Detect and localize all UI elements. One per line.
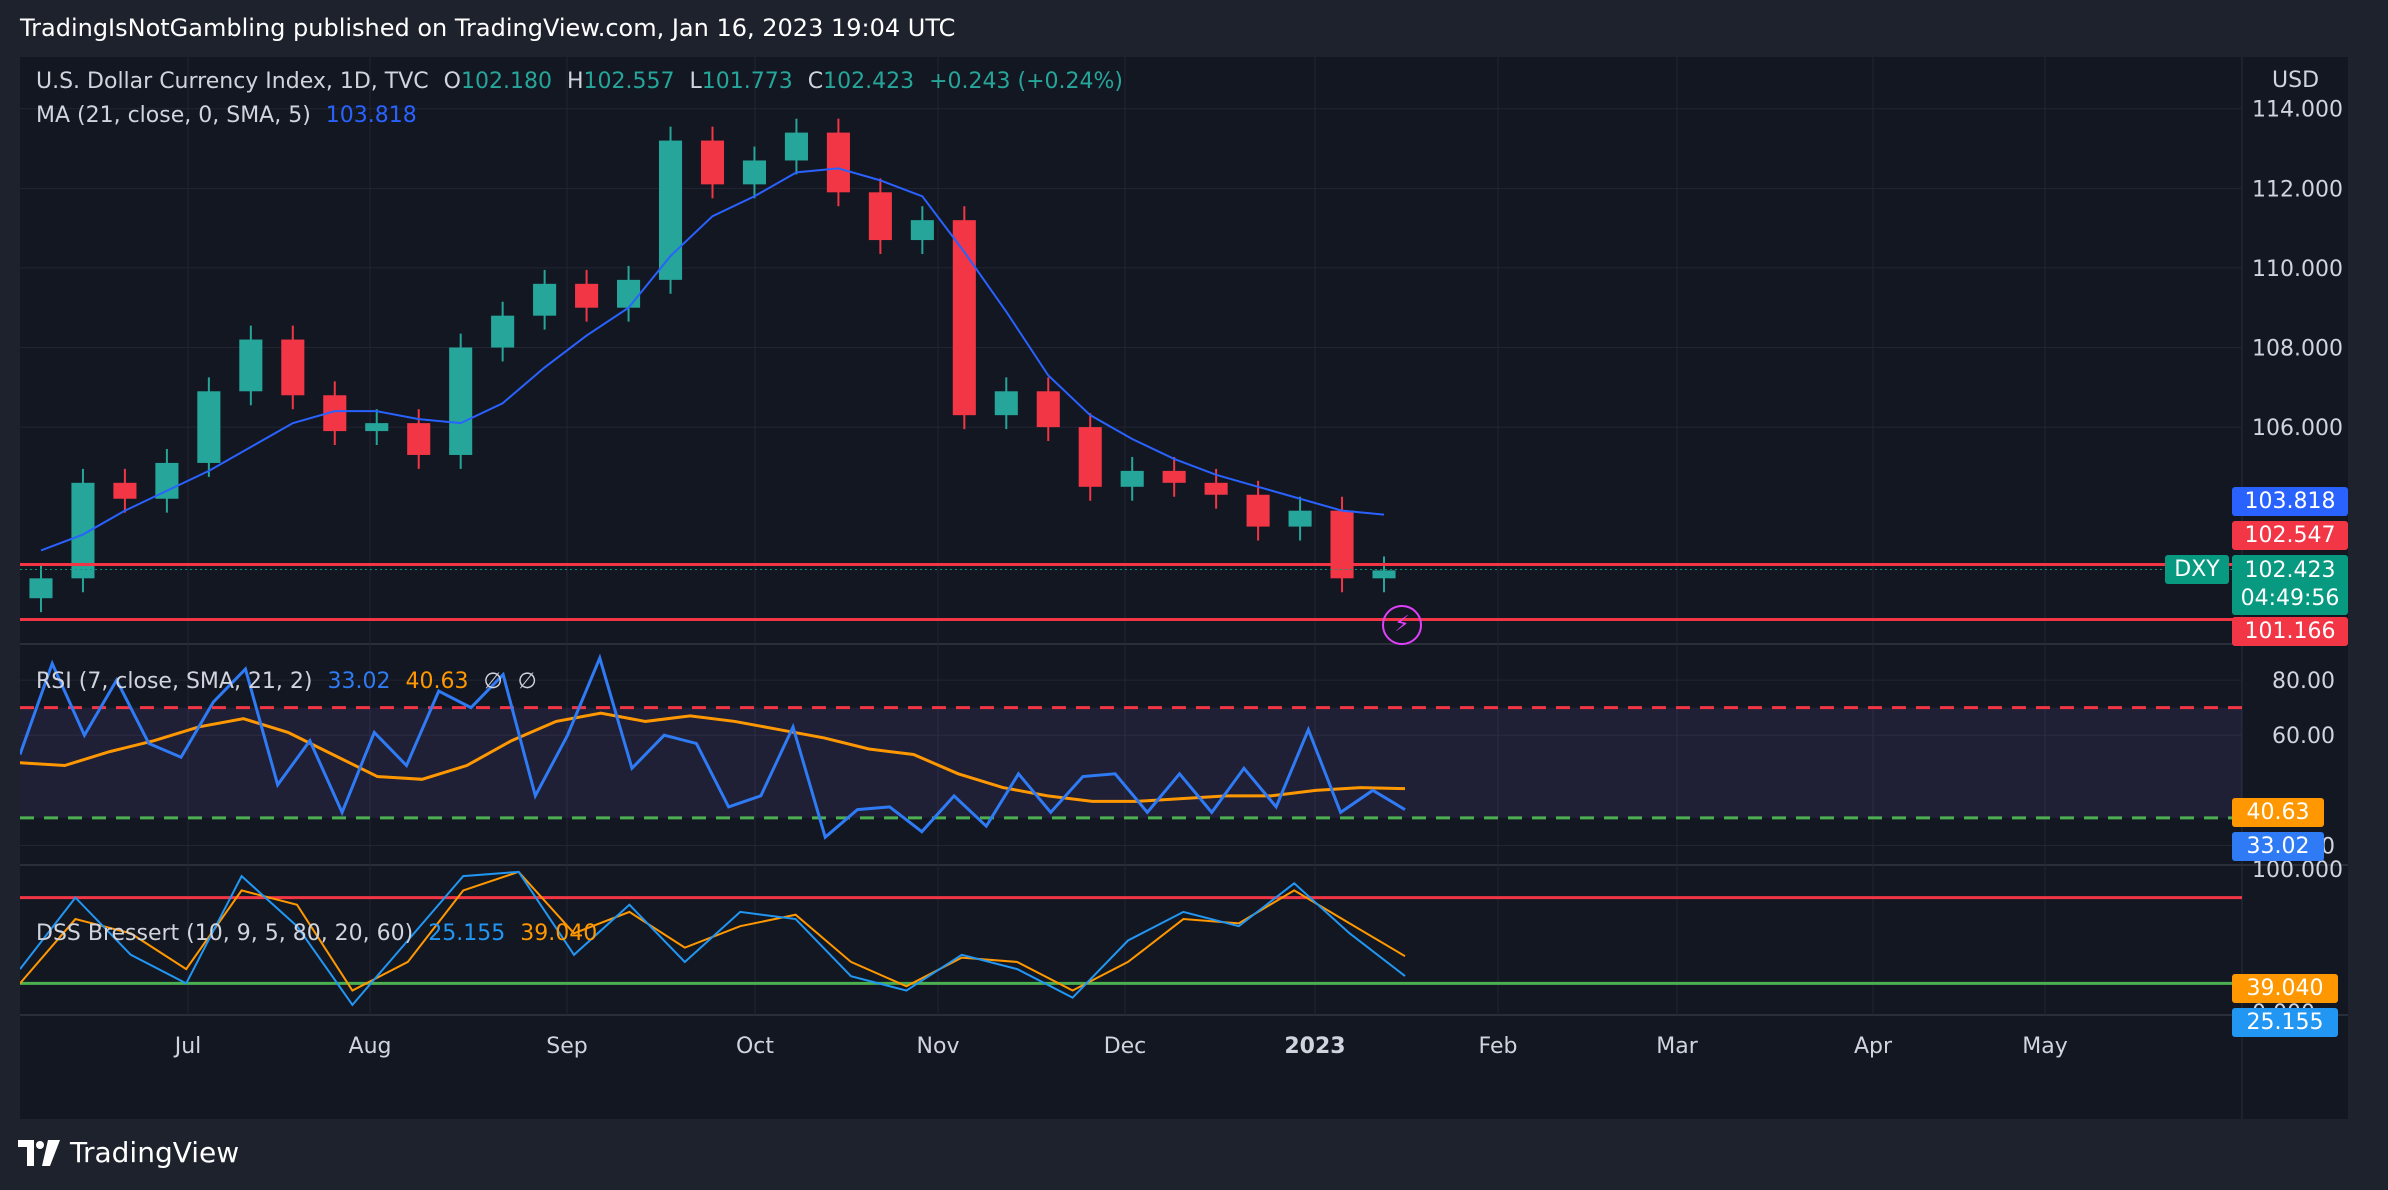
candle-body: [784, 132, 808, 161]
candle-body: [910, 220, 934, 241]
candles: [29, 118, 1396, 613]
candle-body: [197, 391, 221, 463]
candle-body: [491, 315, 515, 348]
low-label: L: [689, 69, 702, 94]
candle-body: [239, 339, 263, 392]
rsi-value: 33.02: [327, 669, 391, 694]
candle-body: [449, 347, 473, 455]
time-tick-label: Dec: [1104, 1034, 1147, 1059]
time-tick-label: Sep: [546, 1034, 587, 1059]
dss-label: DSS Bressert (10, 9, 5, 80, 20, 60): [36, 921, 414, 946]
candle-body: [742, 160, 767, 185]
dss-k-value: 25.155: [428, 921, 506, 946]
high-value: 102.557: [583, 69, 675, 94]
last-price: 102.423: [2244, 558, 2336, 583]
ma-label: MA (21, close, 0, SMA, 5): [36, 103, 311, 128]
close-label: C: [807, 69, 824, 94]
countdown: 04:49:56: [2240, 586, 2340, 611]
dss-tick-label: 100.000: [2252, 858, 2343, 883]
candle-body: [952, 220, 976, 416]
upper-line-badge: 102.547: [2232, 521, 2348, 550]
candle-body: [155, 462, 179, 499]
rsi-legend: RSI (7, close, SMA, 21, 2) 33.02 40.63 ∅…: [36, 669, 545, 694]
price-tick-label: 108.000: [2252, 337, 2343, 362]
symbol-badge: DXY: [2165, 555, 2229, 584]
brand-name: TradingView: [70, 1136, 240, 1169]
price-axis-unit: USD: [2272, 68, 2319, 93]
time-tick-label: Mar: [1656, 1034, 1698, 1059]
candle-body: [658, 140, 683, 280]
rsi-na-1: ∅: [483, 669, 503, 694]
price-tick-label: 114.000: [2252, 98, 2343, 123]
candle-body: [1288, 510, 1312, 527]
candle-body: [1246, 494, 1270, 527]
time-tick-label: 2023: [1284, 1034, 1345, 1059]
candle-body: [1330, 510, 1354, 579]
candle-body: [575, 283, 599, 308]
price-tick-label: 112.000: [2252, 177, 2343, 202]
candle-body: [617, 279, 641, 308]
tradingview-logo-icon: [18, 1139, 60, 1166]
high-label: H: [566, 69, 584, 94]
candle-body: [1372, 570, 1396, 579]
candle-body: [281, 339, 305, 396]
candle-body: [700, 140, 725, 185]
candle-body: [29, 578, 53, 599]
lower-line-badge: 101.166: [2232, 617, 2348, 646]
indicator-lines: [18, 167, 2242, 1007]
grid-lines: [20, 57, 2348, 1119]
time-tick-label: Feb: [1479, 1034, 1518, 1059]
dss-legend: DSS Bressert (10, 9, 5, 80, 20, 60) 25.1…: [36, 921, 605, 946]
candle-body: [1120, 470, 1144, 487]
main-legend: U.S. Dollar Currency Index, 1D, TVC O102…: [36, 69, 1131, 94]
open-label: O: [443, 69, 461, 94]
time-tick-label: Apr: [1854, 1034, 1893, 1059]
chart-svg[interactable]: USD 114.000 112.000 110.000 108.000 106.000 Ju…: [18, 57, 2348, 1119]
candle-body: [1162, 470, 1186, 483]
ma-legend: MA (21, close, 0, SMA, 5) 103.818: [36, 103, 425, 128]
chart-area[interactable]: USD 114.000 112.000 110.000 108.000 106.000 Ju…: [18, 57, 2348, 1119]
time-tick-label: May: [2022, 1034, 2067, 1059]
rsi-ma-value: 40.63: [405, 669, 469, 694]
footer: TradingView: [18, 1136, 239, 1169]
alert-icon[interactable]: ⚡: [1382, 605, 1422, 645]
candle-body: [407, 423, 431, 455]
candle-body: [113, 482, 137, 499]
candle-body: [826, 132, 850, 193]
candle-body: [1204, 482, 1228, 495]
rsi-na-2: ∅: [517, 669, 537, 694]
ma-value: 103.818: [325, 103, 417, 128]
change-value: +0.243 (+0.24%): [929, 69, 1123, 94]
symbol-label: U.S. Dollar Currency Index, 1D, TVC: [36, 69, 429, 94]
time-tick-label: Aug: [349, 1034, 392, 1059]
candle-body: [994, 391, 1018, 416]
time-tick-label: Nov: [917, 1034, 960, 1059]
close-value: 102.423: [823, 69, 915, 94]
candle-body: [533, 283, 557, 316]
ma-price-badge: 103.818: [2232, 487, 2348, 516]
candle-body: [365, 423, 389, 432]
candle-body: [1078, 427, 1102, 487]
rsi-badge: 33.02: [2232, 832, 2324, 861]
rsi-ma-badge: 40.63: [2232, 798, 2324, 827]
time-tick-label: Oct: [736, 1034, 774, 1059]
time-tick-label: Jul: [173, 1034, 202, 1059]
candle-body: [868, 192, 892, 241]
rsi-tick-label: 60.00: [2272, 724, 2335, 749]
rsi-tick-label: 80.00: [2272, 669, 2335, 694]
rsi-label: RSI (7, close, SMA, 21, 2): [36, 669, 313, 694]
price-tick-label: 110.000: [2252, 257, 2343, 282]
dss-d-value: 39.040: [520, 921, 598, 946]
publish-header: TradingIsNotGambling published on Tradin…: [20, 14, 956, 42]
price-tick-label: 106.000: [2252, 416, 2343, 441]
dss-k-badge: 25.155: [2232, 1008, 2338, 1037]
last-price-badge: 102.423 04:49:56: [2232, 555, 2348, 615]
candle-body: [1036, 391, 1060, 428]
open-value: 102.180: [460, 69, 552, 94]
low-value: 101.773: [701, 69, 793, 94]
dss-d-badge: 39.040: [2232, 974, 2338, 1003]
